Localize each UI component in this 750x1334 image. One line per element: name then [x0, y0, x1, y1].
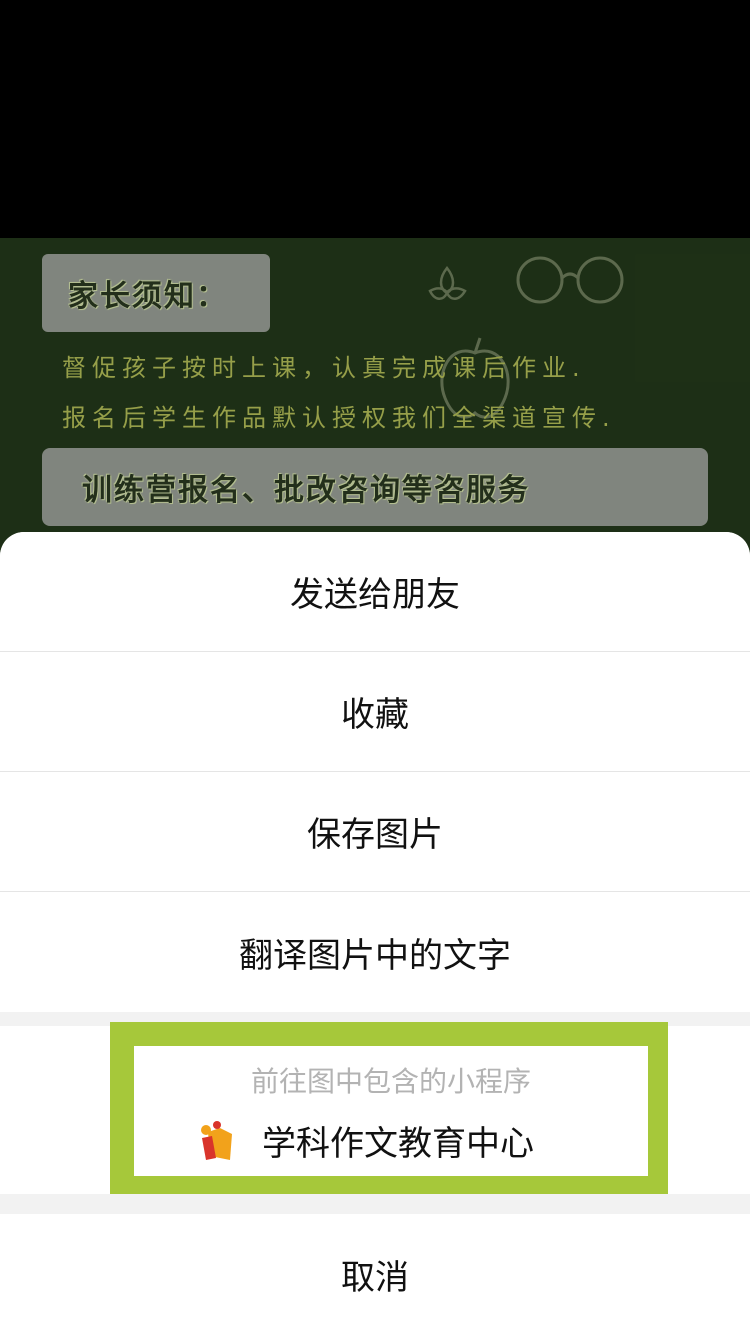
mini-program-card[interactable]: 前往图中包含的小程序 学科作文教育中心	[134, 1046, 648, 1176]
notice-line-1: 督促孩子按时上课，认真完成课后作业.	[62, 354, 586, 382]
send-to-friend-button[interactable]: 发送给朋友	[0, 532, 750, 652]
mini-program-logo-icon	[201, 1120, 232, 1160]
notice-title-box: 家长须知：	[42, 254, 270, 332]
service-text: 训练营报名、批改咨询等咨服务	[82, 473, 530, 508]
mini-program-row[interactable]: 学科作文教育中心	[194, 1116, 534, 1165]
cancel-button[interactable]: 取消	[0, 1214, 750, 1334]
background-poster-image: 家长须知： 督促孩子按时上课，认真完成课后作业. 报名后学生作品默认授权我们全渠…	[0, 238, 750, 558]
favorite-button[interactable]: 收藏	[0, 652, 750, 772]
notice-line-2: 报名后学生作品默认授权我们全渠道宣传.	[62, 404, 616, 432]
service-banner: 训练营报名、批改咨询等咨服务	[42, 448, 708, 526]
action-sheet: 发送给朋友 收藏 保存图片 翻译图片中的文字 前往图中包含的小程序 学科作文教育…	[0, 532, 750, 1334]
flower-doodle	[428, 265, 467, 300]
mini-program-highlight: 前往图中包含的小程序 学科作文教育中心	[110, 1022, 668, 1194]
translate-image-text-button[interactable]: 翻译图片中的文字	[0, 892, 750, 1012]
mini-program-caption: 前往图中包含的小程序	[250, 1065, 531, 1098]
save-image-button[interactable]: 保存图片	[0, 772, 750, 892]
glasses-doodle	[516, 256, 624, 304]
cancel-divider	[0, 1194, 750, 1214]
notice-title: 家长须知：	[68, 279, 228, 314]
video-black-area	[0, 0, 750, 238]
mini-program-name: 学科作文教育中心	[262, 1124, 534, 1164]
